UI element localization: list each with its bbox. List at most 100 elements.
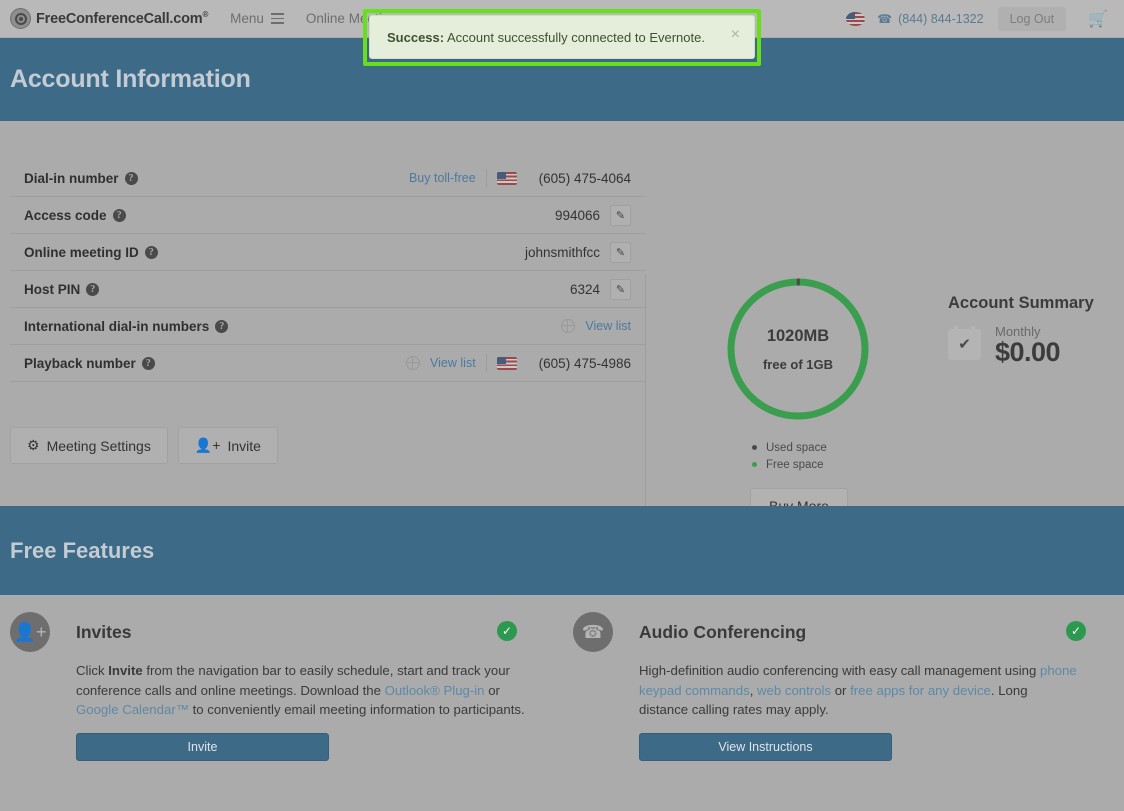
help-icon[interactable]: ? [215,319,229,333]
us-flag-icon [496,171,517,185]
check-circle-icon: ✓ [1066,621,1086,641]
add-user-icon: 👤+ [194,437,221,453]
row-label: International dial-in numbers ? [24,319,229,334]
registered-mark: ® [202,10,209,20]
table-row: International dial-in numbers ? View lis… [10,308,645,345]
edit-pencil-icon[interactable]: ✎ [610,278,631,300]
legend-label-used: Used space [766,441,827,454]
brand-logo-link[interactable]: FreeConferenceCall.com® [10,8,208,29]
help-icon[interactable]: ? [141,356,155,370]
text-segment-bold: Invite [108,663,143,678]
storage-donut-chart: 1020MB free of 1GB [723,274,873,424]
view-instructions-button[interactable]: View Instructions [639,732,892,761]
divider [485,354,487,372]
meeting-settings-label: Meeting Settings [46,437,151,454]
outlook-plugin-link[interactable]: Outlook® Plug-in [385,683,485,698]
support-phone-number: (844) 844-1322 [898,12,984,26]
playback-number-value: (605) 475-4986 [538,355,631,371]
hamburger-menu-icon[interactable] [270,13,284,24]
storage-legend: Used space Free space [752,439,827,473]
account-summary-row: ✔ Monthly $0.00 [948,324,1094,368]
text-segment: or [484,682,500,698]
text-segment: Click [76,663,109,678]
globe-icon [405,355,421,370]
account-summary-title: Account Summary [948,294,1094,312]
freeconferencecall-logo-icon [10,8,31,29]
online-meeting-id-value: johnsmithfcc [524,244,600,260]
success-notification: Success: Account successfully connected … [369,15,755,59]
google-calendar-link[interactable]: Google Calendar™ [76,702,189,717]
nav-menu[interactable]: Menu [230,11,284,26]
feature-description: High-definition audio conferencing with … [639,661,1077,720]
add-user-icon: 👤+ [10,612,50,652]
close-icon[interactable]: × [731,27,740,43]
row-label-text: Playback number [24,355,136,371]
account-action-buttons: ⚙ Meeting Settings 👤+ Invite [10,427,278,464]
free-apps-link[interactable]: free apps for any device [850,683,991,698]
help-icon[interactable]: ? [86,282,100,296]
table-row: Playback number ? View list (605) 475-49… [10,345,645,382]
donut-center-labels: 1020MB free of 1GB [723,274,873,424]
feature-card-invites: 👤+ Invites ✓ Click Invite from the navig… [10,612,555,761]
check-glyph: ✔ [958,336,971,353]
host-pin-value: 6324 [569,281,600,297]
support-phone[interactable]: ☎ (844) 844-1322 [877,12,983,26]
storage-total-label: free of 1GB [762,356,834,372]
feature-title: Audio Conferencing [639,622,807,642]
text-segment: High-definition audio conferencing with … [639,663,1040,678]
buy-toll-free-link[interactable]: Buy toll-free [409,171,476,185]
top-navigation-right: ☎ (844) 844-1322 Log Out 🛒 [846,0,1124,38]
web-controls-link[interactable]: web controls [757,683,831,698]
nav-menu-label: Menu [230,11,264,26]
row-value: View list (605) 475-4986 [405,354,631,372]
account-summary: Account Summary ✔ Monthly $0.00 [948,294,1094,368]
text-segment: , [749,682,758,698]
phone-icon: ☎ [573,612,613,652]
meeting-settings-button[interactable]: ⚙ Meeting Settings [10,427,168,464]
legend-label-free: Free space [766,458,824,471]
edit-pencil-icon[interactable]: ✎ [610,204,631,226]
row-label: Host PIN ? [24,281,100,297]
invite-label: Invite [227,437,261,454]
feature-description: Click Invite from the navigation bar to … [76,661,528,720]
legend-dot-free [752,462,757,467]
help-icon[interactable]: ? [124,171,138,185]
shopping-cart-icon[interactable]: 🛒 [1088,9,1108,29]
globe-icon [560,318,576,333]
feature-title: Invites [76,622,132,642]
billing-amount: $0.00 [995,337,1061,367]
invite-cta-button[interactable]: Invite [76,732,329,761]
help-icon[interactable]: ? [112,208,126,222]
row-label: Dial-in number ? [24,171,138,186]
view-list-link[interactable]: View list [585,319,631,333]
main-content: Dial-in number ? Buy toll-free (605) 475… [0,121,1124,527]
help-icon[interactable]: ? [144,245,158,259]
invite-button[interactable]: 👤+ Invite [177,427,278,464]
page-title: Account Information [10,65,251,93]
text-segment: to conveniently email meeting informatio… [188,702,525,717]
free-features-band: Free Features [0,506,1124,595]
row-value: 6324 ✎ [569,278,631,300]
table-row: Online meeting ID ? johnsmithfcc ✎ [10,234,645,271]
legend-item: Free space [752,456,827,473]
legend-dot-used [752,445,757,450]
row-label: Playback number ? [24,356,155,371]
logout-button[interactable]: Log Out [997,7,1067,31]
edit-pencil-icon[interactable]: ✎ [610,241,631,263]
row-label: Online meeting ID ? [24,245,158,260]
row-value: 994066 ✎ [555,204,631,226]
vertical-divider [645,275,646,527]
free-features-title: Free Features [10,537,155,563]
row-label: Access code ? [24,208,126,223]
table-row: Access code ? 994066 ✎ [10,197,645,234]
row-label-text: Online meeting ID [24,244,139,260]
row-label-text: Dial-in number [24,170,119,186]
row-label-text: Host PIN [24,281,81,297]
gear-icon: ⚙ [27,437,40,453]
feature-cards-area: 👤+ Invites ✓ Click Invite from the navig… [0,595,1124,811]
page-root: FreeConferenceCall.com® Menu Online Meet… [0,0,1124,811]
view-list-link[interactable]: View list [430,356,476,370]
success-message: Success: Account successfully connected … [387,30,705,45]
row-label-text: Access code [24,207,107,223]
table-row: Host PIN ? 6324 ✎ [10,271,645,308]
